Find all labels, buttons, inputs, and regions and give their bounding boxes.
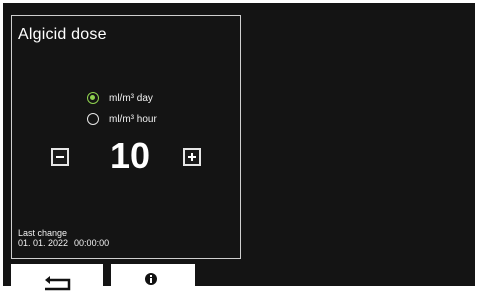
increase-button[interactable]: [183, 148, 201, 166]
last-change-label: Last change: [18, 228, 68, 238]
last-change-time: 00:00:00: [74, 238, 110, 248]
device-screen: Algicid dose ml/m³ day ml/m³ hour 10 Las…: [3, 3, 475, 292]
radio-selected-icon[interactable]: [87, 92, 99, 104]
back-button[interactable]: [11, 264, 103, 292]
last-change-info: Last change 01. 01. 2022 00:00:00: [18, 228, 109, 248]
plus-icon-vertical: [191, 153, 193, 161]
panel-title: Algicid dose: [18, 26, 107, 43]
dose-value: 10: [109, 135, 151, 176]
info-button[interactable]: [111, 264, 195, 292]
info-icon: [145, 273, 157, 285]
unit-option-label: ml/m³ hour: [109, 113, 157, 125]
algicid-dose-panel: Algicid dose ml/m³ day ml/m³ hour 10 Las…: [11, 15, 241, 259]
unit-option-ml-per-m3-day[interactable]: ml/m³ day: [87, 90, 153, 106]
last-change-timestamp: 01. 01. 2022 00:00:00: [18, 238, 109, 248]
decrease-button[interactable]: [51, 148, 69, 166]
minus-icon: [56, 156, 64, 158]
unit-option-label: ml/m³ day: [109, 92, 153, 104]
return-arrow-icon: [45, 276, 71, 291]
last-change-date: 01. 01. 2022: [18, 238, 69, 248]
radio-unselected-icon[interactable]: [87, 113, 99, 125]
unit-option-ml-per-m3-hour[interactable]: ml/m³ hour: [87, 111, 157, 127]
